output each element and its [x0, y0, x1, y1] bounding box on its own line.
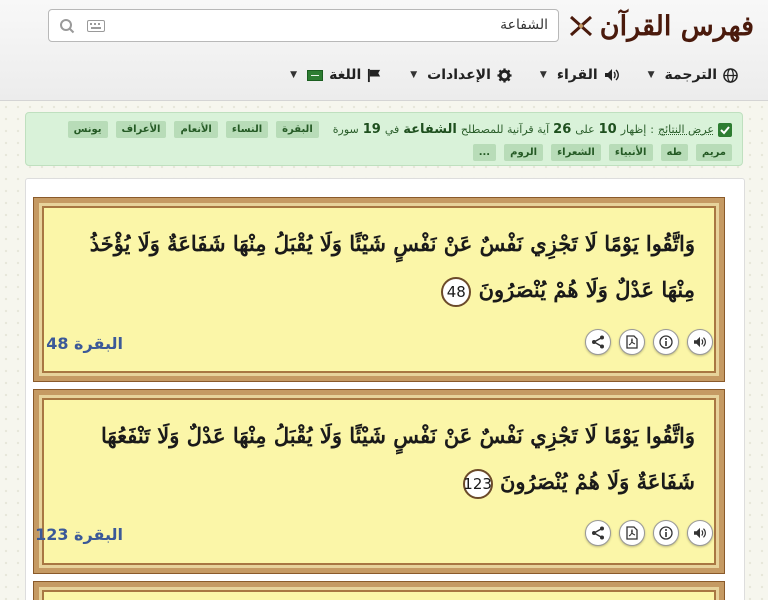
nav-reciters[interactable]: القراء ▼ [540, 67, 620, 83]
chevron-down-icon: ▼ [647, 70, 655, 80]
main-nav: الترجمة ▼ القراء ▼ الإعدادات ▼ اللغة ▼ [290, 60, 738, 90]
surah-tag[interactable]: الروم [504, 144, 544, 161]
flag-icon [368, 68, 381, 82]
surah-tag[interactable]: البقرة [276, 121, 319, 138]
alert-separator: : [650, 123, 654, 136]
share-button[interactable] [585, 329, 611, 355]
globe-icon [723, 67, 738, 83]
surah-count: 19 [362, 122, 381, 137]
verse-text: وَاتَّقُوا يَوْمًا لَا تَجْزِي نَفْسٌ عَ… [63, 413, 695, 505]
alert-text-surah: سورة [332, 123, 359, 136]
verse-body: وَاتَّقُوا يَوْمًا لَا تَجْزِي نَفْسٌ عَ… [89, 231, 695, 302]
results-summary-alert: عرض النتائج : إظهار 10 على 26 آية قرآنية… [25, 112, 743, 166]
play-audio-button[interactable] [687, 329, 713, 355]
ayah-number-badge: 48 [441, 276, 472, 307]
speaker-icon [694, 527, 706, 539]
surah-tag[interactable]: الأعراف [115, 121, 167, 138]
logo-text: فهرس القرآن [599, 10, 754, 42]
share-icon [592, 335, 604, 349]
search-input[interactable]: الشفاعة [48, 9, 559, 42]
site-logo[interactable]: فهرس القرآن [568, 8, 754, 44]
more-surahs-tag[interactable]: ... [472, 144, 497, 161]
verse-card: وَاتَّقُوا يَوْمًا لَا تَجْزِي نَفْسٌ عَ… [33, 389, 725, 574]
search-value[interactable]: الشفاعة [500, 17, 548, 33]
share-button[interactable] [585, 520, 611, 546]
surah-tag[interactable]: يونس [67, 121, 108, 138]
saudi-flag-icon [307, 69, 324, 81]
verse-actions [585, 520, 713, 546]
pdf-button[interactable] [619, 329, 645, 355]
total-count: 26 [553, 122, 572, 137]
alert-text-in: في [384, 123, 400, 136]
nav-reciters-label: القراء [556, 67, 598, 83]
surah-tag[interactable]: الأنبياء [608, 144, 653, 161]
verse-card-partial [33, 581, 725, 600]
info-button[interactable] [653, 329, 679, 355]
play-audio-button[interactable] [687, 520, 713, 546]
nav-translation[interactable]: الترجمة ▼ [648, 67, 738, 83]
check-icon [718, 122, 732, 137]
alert-text-show: إظهار [620, 123, 647, 136]
shown-count: 10 [598, 122, 617, 137]
search-icon[interactable] [59, 18, 75, 34]
alert-text-of: على [575, 123, 595, 136]
chevron-down-icon: ▼ [410, 70, 418, 80]
surah-tag[interactable]: الشعراء [551, 144, 601, 161]
verse-reference-link[interactable]: البقرة 48 [46, 334, 123, 353]
nav-translation-label: الترجمة [664, 67, 717, 83]
surah-tag[interactable]: مريم [695, 144, 732, 161]
ayah-number-badge: 123 [462, 468, 493, 499]
info-icon [659, 335, 673, 349]
pdf-icon [626, 335, 638, 349]
chevron-down-icon: ▼ [290, 70, 298, 80]
keyboard-icon[interactable] [87, 20, 105, 32]
verse-actions [585, 329, 713, 355]
search-term: الشفاعة [403, 122, 457, 137]
nav-settings[interactable]: الإعدادات ▼ [410, 67, 512, 83]
surah-tag[interactable]: الأنعام [174, 121, 218, 138]
nav-language[interactable]: اللغة ▼ [290, 67, 382, 83]
chevron-down-icon: ▼ [539, 70, 547, 80]
nav-settings-label: الإعدادات [427, 67, 491, 83]
gear-icon [497, 67, 512, 83]
speaker-icon [694, 336, 706, 348]
nav-language-label: اللغة [329, 67, 362, 83]
share-icon [592, 526, 604, 540]
info-icon [659, 526, 673, 540]
surah-tag[interactable]: النساء [225, 121, 269, 138]
pdf-button[interactable] [619, 520, 645, 546]
results-label: عرض النتائج [658, 123, 714, 136]
info-button[interactable] [653, 520, 679, 546]
surah-tag[interactable]: طه [660, 144, 688, 161]
pdf-icon [626, 526, 638, 540]
alert-text-verses: آية قرآنية للمصطلح [460, 123, 550, 136]
verse-text: وَاتَّقُوا يَوْمًا لَا تَجْزِي نَفْسٌ عَ… [63, 221, 695, 313]
verse-body: وَاتَّقُوا يَوْمًا لَا تَجْزِي نَفْسٌ عَ… [100, 423, 695, 494]
crossed-pens-icon [569, 15, 592, 37]
speaker-icon [604, 69, 619, 81]
verse-card: وَاتَّقُوا يَوْمًا لَا تَجْزِي نَفْسٌ عَ… [33, 197, 725, 382]
app-header: فهرس القرآن الشفاعة الترجمة ▼ القراء ▼ ا… [0, 0, 768, 101]
verse-reference-link[interactable]: البقرة 123 [35, 525, 123, 544]
